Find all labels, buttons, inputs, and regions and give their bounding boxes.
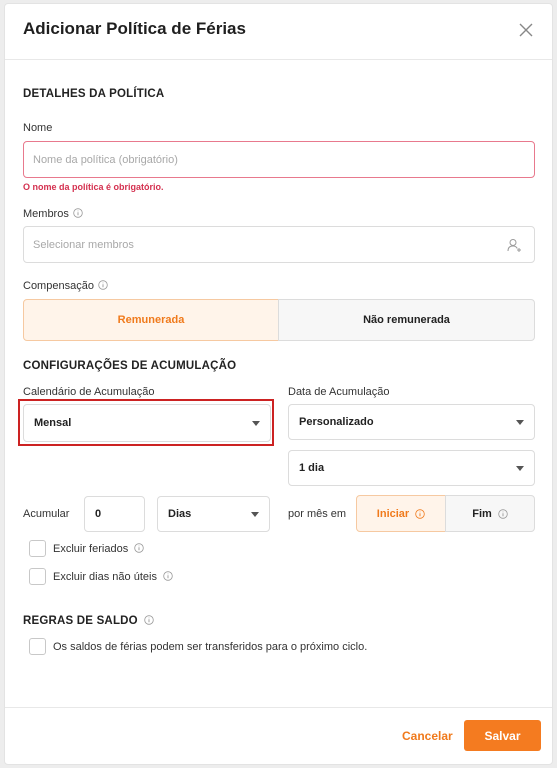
section-heading-balance-rules: REGRAS DE SALDO	[23, 615, 154, 627]
accrue-amount-input[interactable]: 0	[84, 496, 145, 532]
period-option-end-label: Fim	[472, 507, 492, 520]
chevron-down-icon	[516, 465, 524, 471]
info-icon	[98, 280, 108, 290]
members-placeholder: Selecionar membros	[33, 238, 134, 251]
period-option-end[interactable]: Fim	[445, 495, 535, 532]
accrual-date-value: Personalizado	[299, 416, 374, 428]
per-month-label: por mês em	[288, 508, 347, 520]
dialog-title: Adicionar Política de Férias	[23, 19, 246, 38]
compensation-label-text: Compensação	[23, 280, 94, 292]
chevron-down-icon	[516, 419, 524, 425]
info-icon	[415, 508, 425, 519]
section-heading-policy-details: DETALHES DA POLÍTICA	[23, 88, 165, 100]
name-label: Nome	[23, 122, 53, 134]
compensation-label: Compensação	[23, 280, 108, 292]
accrual-date-label: Data de Acumulação	[288, 386, 390, 398]
exclude-holidays-checkbox[interactable]	[29, 540, 46, 557]
members-select[interactable]: Selecionar membros	[23, 226, 535, 263]
header-divider	[5, 59, 552, 60]
carryover-checkbox[interactable]	[29, 638, 46, 655]
exclude-nonworking-text: Excluir dias não úteis	[53, 571, 157, 583]
policy-name-input[interactable]: Nome da política (obrigatório)	[23, 141, 535, 178]
exclude-holidays-label: Excluir feriados	[53, 543, 144, 555]
close-icon[interactable]	[518, 22, 534, 38]
cancel-button[interactable]: Cancelar	[402, 729, 453, 743]
compensation-option-paid[interactable]: Remunerada	[23, 299, 279, 341]
accrual-day-value: 1 dia	[299, 462, 325, 474]
accrue-unit-select[interactable]: Dias	[157, 496, 270, 532]
period-option-start-label: Iniciar	[376, 507, 410, 520]
accrue-label: Acumular	[23, 508, 70, 520]
members-label: Membros	[23, 208, 83, 220]
accrue-amount-value: 0	[95, 508, 102, 520]
period-option-start[interactable]: Iniciar	[356, 495, 446, 532]
accrual-calendar-label: Calendário de Acumulação	[23, 386, 155, 398]
accrual-day-select[interactable]: 1 dia	[288, 450, 535, 486]
accrue-unit-value: Dias	[168, 508, 192, 520]
info-icon	[163, 571, 173, 581]
add-user-icon	[507, 239, 521, 252]
accrual-date-select[interactable]: Personalizado	[288, 404, 535, 440]
save-button[interactable]: Salvar	[464, 720, 541, 751]
exclude-nonworking-label: Excluir dias não úteis	[53, 571, 173, 583]
section-heading-accrual-settings: CONFIGURAÇÕES DE ACUMULAÇÃO	[23, 360, 237, 372]
carryover-label: Os saldos de férias podem ser transferid…	[53, 641, 368, 653]
compensation-option-unpaid[interactable]: Não remunerada	[278, 299, 535, 341]
balance-heading-text: REGRAS DE SALDO	[23, 615, 138, 627]
exclude-holidays-text: Excluir feriados	[53, 543, 129, 555]
highlight-box	[18, 399, 274, 446]
info-icon	[134, 543, 144, 553]
policy-name-placeholder: Nome da política (obrigatório)	[33, 153, 178, 166]
members-label-text: Membros	[23, 208, 69, 220]
policy-name-error: O nome da política é obrigatório.	[23, 182, 164, 192]
info-icon	[498, 508, 508, 519]
footer-divider	[5, 707, 552, 708]
info-icon	[73, 208, 83, 218]
info-icon	[144, 615, 154, 625]
add-vacation-policy-dialog: Adicionar Política de Férias DETALHES DA…	[4, 3, 553, 765]
chevron-down-icon	[251, 511, 259, 517]
exclude-nonworking-checkbox[interactable]	[29, 568, 46, 585]
